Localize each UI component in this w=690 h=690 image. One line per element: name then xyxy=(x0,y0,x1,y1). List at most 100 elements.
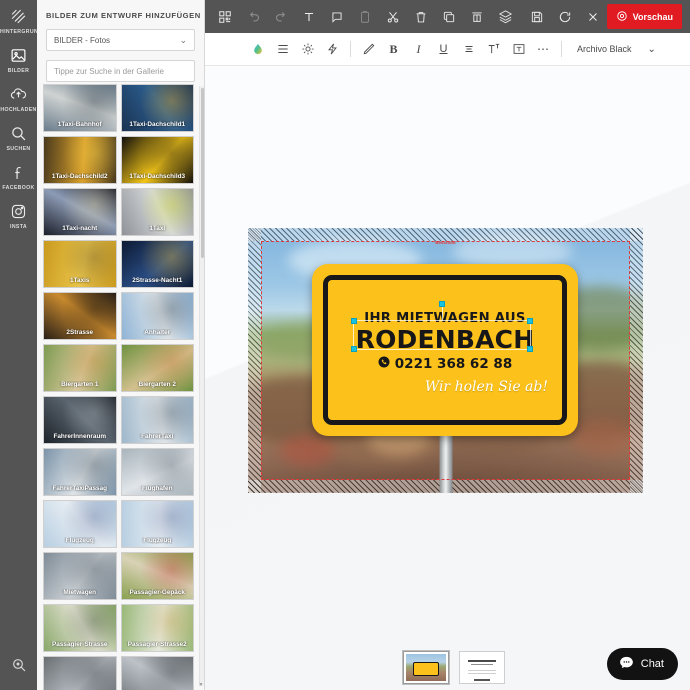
gallery-thumb[interactable]: 1Taxis xyxy=(43,240,117,288)
panel-title: BILDER ZUM ENTWURF HINZUFÜGEN xyxy=(46,11,201,20)
undo-button[interactable] xyxy=(239,0,267,33)
sidebar-label-background: HINTERGRUND xyxy=(0,29,37,35)
zoom-icon[interactable] xyxy=(0,657,37,678)
chat-widget-button[interactable]: Chat xyxy=(606,648,678,680)
toolbar-divider-2 xyxy=(561,41,562,57)
duplicate-button[interactable] xyxy=(435,0,463,33)
gallery-scroll-down[interactable]: ▼ xyxy=(198,682,204,688)
add-text-button[interactable] xyxy=(295,0,323,33)
gallery-search-placeholder: Tippe zur Suche in der Gallerie xyxy=(54,66,164,76)
sign-city-text[interactable]: RODENBACH xyxy=(356,326,535,353)
gallery-thumb[interactable]: Regen xyxy=(43,656,117,690)
preview-button[interactable]: Vorschau xyxy=(606,4,682,29)
gallery-thumb-label: 1Taxi-Dachschild2 xyxy=(51,173,108,180)
gallery-thumb-label: Passagier-Strasse2 xyxy=(127,641,187,648)
cut-button[interactable] xyxy=(379,0,407,33)
gallery-thumb[interactable]: Biergarten 2 xyxy=(120,344,194,392)
sidebar-item-instagram[interactable]: INSTA xyxy=(0,195,37,234)
paste-button[interactable] xyxy=(351,0,379,33)
editor-stage[interactable]: Beschnitt IHR MIETWAGEN AUS RODENBACH 02… xyxy=(205,66,690,690)
line-height-button[interactable] xyxy=(270,33,295,66)
effects-button[interactable] xyxy=(320,33,345,66)
gallery-thumb[interactable]: 2Strasse-Nacht1 xyxy=(120,240,194,288)
toolbar-divider xyxy=(350,41,351,57)
bleed-hatch-right xyxy=(630,228,643,493)
sign-headline[interactable]: IHR MIETWAGEN AUS xyxy=(364,311,525,326)
gallery-thumb-label: Anhalter xyxy=(144,329,171,336)
gallery-thumb[interactable]: Flughafen xyxy=(120,448,194,496)
redo-button[interactable] xyxy=(267,0,295,33)
sidebar-item-images[interactable]: BILDER xyxy=(0,39,37,78)
text-box-button[interactable] xyxy=(506,33,531,66)
gallery-thumb[interactable]: Flugzeug xyxy=(43,500,117,548)
gallery-scrollbar-thumb[interactable] xyxy=(201,88,204,258)
chevron-down-icon: ⌄ xyxy=(647,43,656,55)
color-button[interactable] xyxy=(245,33,270,66)
highlight-button[interactable] xyxy=(356,33,381,66)
gallery-thumb[interactable]: Anhalter xyxy=(120,292,194,340)
gallery-thumb-label: 1Taxi-Dachschild3 xyxy=(129,173,186,180)
page-thumb-back[interactable] xyxy=(459,651,505,684)
gallery-thumb[interactable]: 1Taxi-Dachschild2 xyxy=(43,136,117,184)
gallery-thumb[interactable]: 2Strasse xyxy=(43,292,117,340)
gallery-thumb[interactable]: Passagier-Gepäck xyxy=(120,552,194,600)
sign-slogan[interactable]: Wir holen Sie ab! xyxy=(425,379,548,395)
category-select[interactable]: BILDER - Fotos ⌄ xyxy=(46,29,195,51)
gallery-thumb[interactable]: Passagier-Strasse2 xyxy=(120,604,194,652)
gallery-thumb[interactable]: FahrerTaxiPassag xyxy=(43,448,117,496)
design-canvas[interactable]: Beschnitt IHR MIETWAGEN AUS RODENBACH 02… xyxy=(248,228,643,493)
italic-button[interactable]: I xyxy=(406,33,431,66)
gallery-thumb[interactable]: 1Taxi-nacht xyxy=(43,188,117,236)
gallery-thumb-label: Biergarten 1 xyxy=(61,381,99,388)
phone-icon xyxy=(378,356,390,372)
bold-button[interactable]: B xyxy=(381,33,406,66)
gallery-thumb[interactable]: 1Taxi-Bahnhof xyxy=(43,84,117,132)
close-button[interactable] xyxy=(579,0,607,33)
gallery-thumb[interactable]: Flugzeug xyxy=(120,500,194,548)
text-align-button[interactable] xyxy=(456,33,481,66)
gallery-thumb[interactable]: 1Taxi-Dachschild1 xyxy=(120,84,194,132)
shape-button[interactable] xyxy=(323,0,351,33)
format-toolbar: B I U ⋯ Archivo Black ⌄ xyxy=(205,33,690,66)
brightness-button[interactable] xyxy=(295,33,320,66)
more-options-button[interactable]: ⋯ xyxy=(531,33,556,66)
gallery-thumb[interactable]: 1Taxi xyxy=(120,188,194,236)
search-icon xyxy=(0,124,37,144)
save-button[interactable] xyxy=(523,0,551,33)
gallery-thumb[interactable]: 1Taxi-Dachschild3 xyxy=(120,136,194,184)
sign-phone-line[interactable]: 0221 368 62 88 xyxy=(378,356,512,372)
font-size-button[interactable] xyxy=(481,33,506,66)
gallery-thumb[interactable]: Mietwagen xyxy=(43,552,117,600)
align-button[interactable] xyxy=(463,0,491,33)
gallery-scrollbar-track[interactable] xyxy=(199,86,204,686)
page-thumb-front[interactable] xyxy=(403,651,449,684)
sign-inner-frame: IHR MIETWAGEN AUS RODENBACH 0221 368 62 … xyxy=(323,275,567,425)
active-indicator xyxy=(32,39,38,78)
gallery-thumb-label: Flugzeug xyxy=(143,537,172,544)
layers-button[interactable] xyxy=(491,0,519,33)
hatch-pattern-icon xyxy=(0,7,37,27)
font-family-select[interactable]: Archivo Black ⌄ xyxy=(577,44,656,55)
main-toolbar: Vorschau xyxy=(205,0,690,33)
sidebar-label-facebook: FACEBOOK xyxy=(2,185,35,191)
bleed-hatch-top xyxy=(248,228,643,241)
sidebar-item-search[interactable]: SUCHEN xyxy=(0,117,37,156)
gallery-search-input[interactable]: Tippe zur Suche in der Gallerie xyxy=(46,60,195,82)
gallery-thumb[interactable]: Regen2 xyxy=(120,656,194,690)
gallery-thumb-label: 2Strasse xyxy=(66,329,94,336)
sidebar-item-background[interactable]: HINTERGRUND xyxy=(0,0,37,39)
yellow-sign[interactable]: IHR MIETWAGEN AUS RODENBACH 0221 368 62 … xyxy=(312,264,578,436)
gallery-thumb-label: Biergarten 2 xyxy=(138,381,176,388)
sidebar-item-upload[interactable]: HOCHLADEN xyxy=(0,78,37,117)
sidebar-item-facebook[interactable]: FACEBOOK xyxy=(0,156,37,195)
gallery-thumb[interactable]: Passagier-Strasse xyxy=(43,604,117,652)
gallery-thumb[interactable]: FahrerInnenraum xyxy=(43,396,117,444)
qr-code-button[interactable] xyxy=(211,0,239,33)
delete-button[interactable] xyxy=(407,0,435,33)
gallery-scroll-area[interactable]: 1Taxi-Bahnhof 1Taxi-Dachschild1 1Taxi-Dach… xyxy=(43,84,201,690)
underline-button[interactable]: U xyxy=(431,33,456,66)
gallery-thumb-label: FahrerTaxi xyxy=(141,433,174,440)
gallery-thumb[interactable]: FahrerTaxi xyxy=(120,396,194,444)
gallery-thumb[interactable]: Biergarten 1 xyxy=(43,344,117,392)
reset-button[interactable] xyxy=(551,0,579,33)
